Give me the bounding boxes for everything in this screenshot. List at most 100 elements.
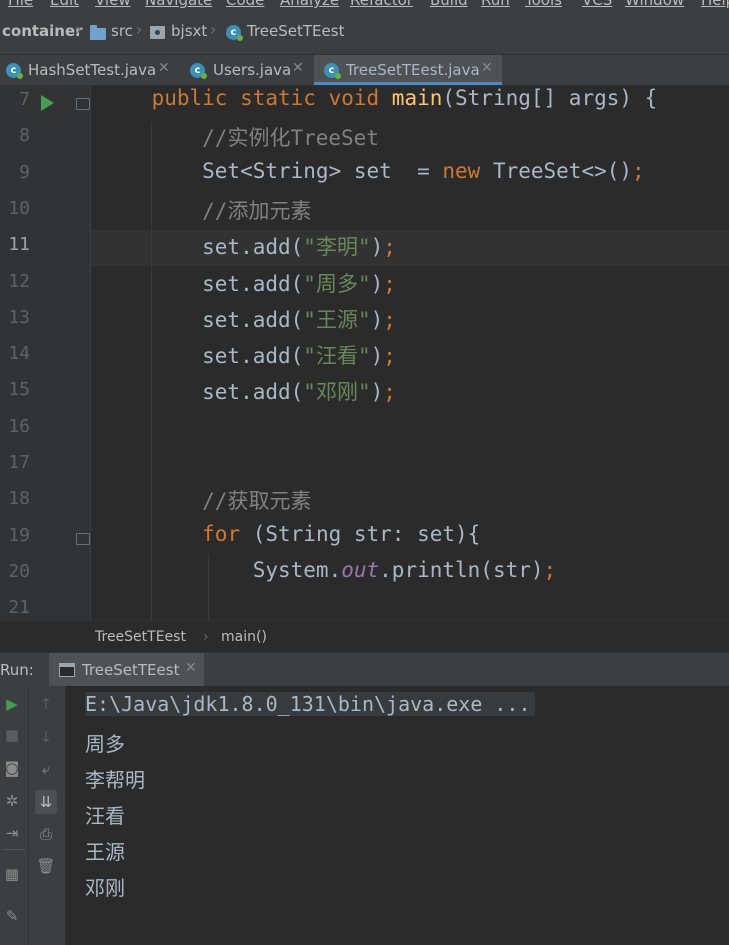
menu-build[interactable]: Build: [430, 0, 468, 9]
menu-help[interactable]: Help: [701, 0, 729, 9]
crumb-project[interactable]: container: [2, 22, 83, 40]
run-label: Run:: [0, 661, 34, 679]
code-editor[interactable]: 7 8 9 10 11 12 13 14 15 16 17 18 19 20 21 public stati…: [0, 86, 729, 620]
arrow-up-icon[interactable]: ↑: [35, 695, 57, 713]
menu-vcs[interactable]: VCS: [582, 0, 612, 9]
play-icon[interactable]: ▶: [1, 695, 23, 713]
run-toolbar-right: ↑ ↓ ⤶ ⇊ ⎙ 🗑: [28, 686, 65, 945]
close-icon[interactable]: ✕: [158, 60, 170, 76]
menu-bar: File Edit View Navigate Code Analyze Ref…: [0, 0, 729, 12]
line-number: 21: [8, 597, 30, 619]
menu-analyze[interactable]: Analyze: [280, 0, 339, 9]
fold-marker-icon[interactable]: [76, 98, 90, 110]
stop-icon[interactable]: ■: [1, 726, 23, 744]
tab-label: TreeSetTEest.java: [346, 61, 480, 79]
menu-navigate[interactable]: Navigate: [145, 0, 212, 9]
tab-hashsettest[interactable]: c HashSetTest.java ✕: [0, 55, 182, 85]
code-line: //实例化TreeSet: [202, 126, 379, 151]
tab-users[interactable]: c Users.java ✕: [182, 55, 312, 85]
menu-refactor[interactable]: Refactor: [350, 0, 413, 9]
menu-run[interactable]: Run: [481, 0, 510, 9]
run-toolwindow-header: Run: TreeSetTEest ✕: [0, 652, 729, 686]
class-icon: c: [6, 63, 23, 79]
camera-icon[interactable]: ◙: [1, 759, 23, 777]
code-line: set.add("李明");: [101, 235, 396, 260]
menu-window[interactable]: Window: [625, 0, 684, 9]
crumb-file[interactable]: TreeSetTEest: [247, 22, 344, 40]
menu-view[interactable]: View: [95, 0, 131, 9]
close-icon[interactable]: ✕: [185, 660, 197, 676]
line-number: 19: [8, 524, 30, 546]
line-number: 20: [8, 560, 30, 582]
code-line: //添加元素: [202, 198, 312, 223]
navigation-bar: container › src › bjsxt › c TreeSetTEest: [0, 12, 729, 55]
run-tab-label: TreeSetTEest: [82, 661, 180, 679]
close-icon[interactable]: ✕: [481, 60, 493, 76]
code-line: //获取元素: [202, 489, 312, 514]
line-number: 16: [8, 415, 30, 437]
toolbar-divider: [3, 849, 25, 850]
run-panel: ▶ ■ ◙ ✲ ⇥ ▦ ✎ ↑ ↓ ⤶ ⇊ ⎙ 🗑 E:\Java\jdk1.8…: [0, 686, 729, 945]
line-number: 18: [8, 488, 30, 510]
pin-icon[interactable]: ✎: [1, 907, 23, 925]
line-number: 17: [8, 452, 30, 473]
layout-icon[interactable]: ▦: [1, 865, 23, 883]
console-output-line: 李帮明: [85, 768, 145, 792]
menu-tools[interactable]: Tools: [525, 0, 562, 9]
console-output-line: 周多: [85, 732, 125, 756]
editor-tabs: c HashSetTest.java ✕ c Users.java ✕ c Tr…: [0, 55, 729, 86]
crumb-class[interactable]: TreeSetTEest: [95, 629, 186, 645]
menu-code[interactable]: Code: [226, 0, 264, 9]
crumb-src[interactable]: src: [111, 22, 133, 40]
console-output-line: 汪看: [85, 804, 125, 828]
console-icon: [59, 663, 75, 677]
print-icon[interactable]: ⎙: [35, 825, 57, 843]
trash-icon[interactable]: 🗑: [35, 857, 57, 875]
line-number: 10: [8, 197, 30, 219]
tab-treesettest[interactable]: c TreeSetTEest.java ✕: [314, 55, 502, 85]
tab-label: HashSetTest.java: [28, 61, 157, 79]
chevron-right-icon: ›: [210, 20, 217, 39]
menu-file[interactable]: File: [8, 0, 33, 9]
code-line: System.out.println(str);: [101, 557, 557, 582]
console-command-line: E:\Java\jdk1.8.0_131\bin\java.exe ...: [85, 692, 535, 716]
arrow-down-icon[interactable]: ↓: [35, 728, 57, 746]
line-number: 12: [8, 270, 30, 292]
gear-icon[interactable]: ✲: [1, 792, 23, 810]
code-breadcrumb: TreeSetTEest › main(): [0, 620, 729, 653]
active-tab-indicator: [314, 82, 502, 85]
code-line: set.add("汪看");: [101, 344, 396, 369]
line-number: 8: [19, 125, 30, 147]
line-number: 15: [8, 379, 30, 401]
gutter-divider: [90, 86, 91, 620]
close-icon[interactable]: ✕: [292, 60, 304, 76]
line-number: 11: [8, 234, 30, 256]
class-icon: c: [190, 63, 207, 79]
line-number: 14: [8, 343, 30, 365]
exit-icon[interactable]: ⇥: [1, 824, 23, 842]
run-gutter-icon[interactable]: [41, 95, 54, 111]
line-number: 13: [8, 306, 30, 328]
crumb-method[interactable]: main(): [221, 629, 267, 645]
chevron-right-icon: ›: [75, 20, 82, 39]
menu-edit[interactable]: Edit: [50, 0, 79, 9]
code-line: set.add("邓刚");: [101, 380, 396, 405]
class-icon: c: [324, 63, 341, 79]
fold-marker-icon[interactable]: [76, 533, 90, 545]
code-line: for (String str: set){: [202, 521, 481, 546]
code-line: set.add("王源");: [101, 307, 396, 332]
class-icon: c: [226, 25, 243, 41]
line-number: 7: [19, 89, 30, 110]
line-number: 9: [19, 161, 30, 183]
chevron-right-icon: ›: [203, 629, 209, 645]
folder-icon: [90, 25, 106, 40]
tab-label: Users.java: [213, 61, 292, 79]
chevron-right-icon: ›: [136, 20, 143, 39]
scroll-to-end-icon[interactable]: ⇊: [35, 790, 57, 814]
soft-wrap-icon[interactable]: ⤶: [35, 760, 57, 778]
crumb-package[interactable]: bjsxt: [171, 22, 207, 40]
console-output-line: 王源: [85, 840, 125, 864]
code-line: set.add("周多");: [101, 271, 396, 296]
code-line: Set<String> set = new TreeSet<>();: [101, 158, 645, 183]
console-output-line: 邓刚: [85, 876, 125, 900]
